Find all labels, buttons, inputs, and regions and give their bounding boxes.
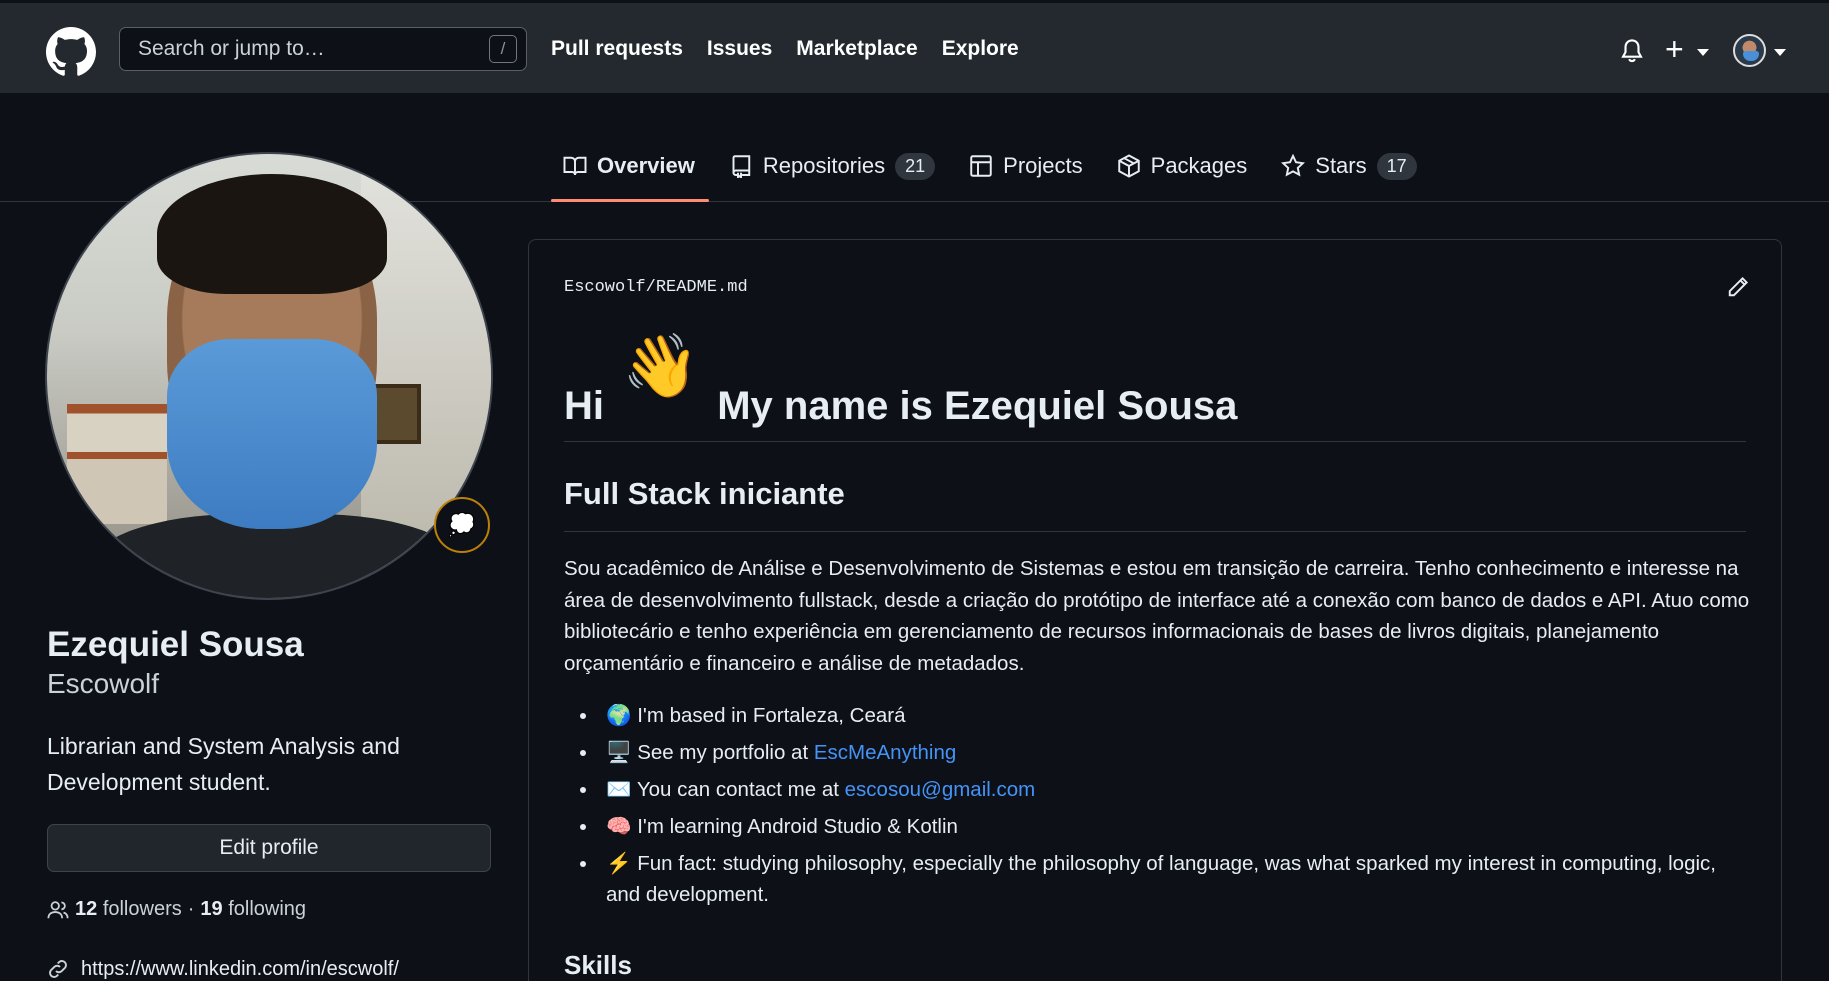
envelope-emoji: ✉️ bbox=[606, 778, 632, 801]
list-item: 🌍 I'm based in Fortaleza, Ceará bbox=[564, 700, 1754, 731]
profile-name: Ezequiel Sousa bbox=[47, 625, 304, 664]
readme-list: 🌍 I'm based in Fortaleza, Ceará 🖥️ See m… bbox=[564, 700, 1754, 916]
list-item-text: I'm based in Fortaleza, Ceará bbox=[637, 704, 906, 727]
search-shortcut-key: / bbox=[489, 35, 517, 63]
profile-login: Escowolf bbox=[47, 668, 160, 699]
readme-path-user[interactable]: Escowolf bbox=[564, 278, 646, 297]
list-item: ⚡ Fun fact: studying philosophy, especia… bbox=[564, 848, 1754, 910]
user-avatar-menu[interactable] bbox=[1733, 34, 1766, 67]
repositories-count: 21 bbox=[895, 152, 936, 180]
globe-emoji: 🌍 bbox=[606, 704, 632, 727]
global-nav: Pull requests Issues Marketplace Explore bbox=[551, 37, 1019, 61]
tab-label: Overview bbox=[597, 153, 695, 178]
link-icon bbox=[49, 960, 67, 978]
list-item-text: You can contact me at bbox=[636, 778, 845, 801]
following-link[interactable]: 19 following bbox=[200, 898, 306, 921]
people-icon bbox=[47, 900, 69, 918]
github-logo-icon[interactable] bbox=[46, 27, 96, 77]
list-item-text: Fun fact: studying philosophy, especiall… bbox=[606, 852, 1716, 906]
status-emoji-button[interactable]: 💭 bbox=[434, 497, 490, 553]
tab-packages[interactable]: Packages bbox=[1105, 144, 1262, 188]
readme-card: Escowolf/README.md Hi 👋 My name is Ezequ… bbox=[528, 239, 1782, 981]
tab-label: Repositories bbox=[762, 153, 886, 178]
tab-label: Stars bbox=[1315, 153, 1367, 178]
nav-explore[interactable]: Explore bbox=[942, 37, 1019, 61]
list-item: 🖥️ See my portfolio at EscMeAnything bbox=[564, 737, 1754, 768]
readme-heading: Hi 👋 My name is Ezequiel Sousa bbox=[564, 332, 1746, 442]
chevron-down-icon[interactable] bbox=[1697, 49, 1709, 56]
table-icon bbox=[970, 155, 992, 177]
waving-hand-emoji: 👋 bbox=[622, 332, 700, 401]
portfolio-link[interactable]: EscMeAnything bbox=[814, 741, 956, 764]
list-item-text: I'm learning Android Studio & Kotlin bbox=[637, 815, 958, 838]
follow-stats: 12 followers · 19 following bbox=[47, 898, 306, 921]
profile-link-row: https://www.linkedin.com/in/escwolf/ bbox=[47, 958, 399, 981]
following-count: 19 bbox=[200, 898, 223, 920]
readme-path: Escowolf/README.md bbox=[564, 278, 748, 297]
email-link[interactable]: escosou@gmail.com bbox=[845, 778, 1036, 801]
profile-tabs: Overview Repositories 21 Projects Packag… bbox=[551, 144, 1439, 202]
followers-link[interactable]: 12 followers bbox=[75, 898, 182, 921]
readme-subheading: Full Stack iniciante bbox=[564, 476, 1746, 532]
profile-avatar[interactable] bbox=[45, 152, 493, 600]
brain-emoji: 🧠 bbox=[606, 815, 632, 838]
lightning-emoji: ⚡ bbox=[606, 852, 632, 875]
heading-hi: Hi bbox=[564, 384, 604, 428]
tab-repositories[interactable]: Repositories 21 bbox=[717, 144, 949, 188]
repo-icon bbox=[732, 155, 751, 178]
plus-icon[interactable]: + bbox=[1665, 33, 1684, 65]
readme-path-separator: / bbox=[645, 278, 656, 297]
following-label: following bbox=[228, 898, 307, 920]
tab-label: Packages bbox=[1150, 153, 1248, 178]
pencil-icon[interactable] bbox=[1727, 276, 1749, 298]
global-header: Search or jump to… / Pull requests Issue… bbox=[0, 3, 1829, 93]
nav-issues[interactable]: Issues bbox=[707, 37, 772, 61]
search-input[interactable]: Search or jump to… / bbox=[119, 27, 527, 71]
book-icon bbox=[563, 156, 587, 176]
chevron-down-icon[interactable] bbox=[1774, 49, 1786, 56]
tab-projects[interactable]: Projects bbox=[957, 144, 1096, 188]
search-placeholder: Search or jump to… bbox=[138, 37, 325, 60]
bell-icon[interactable] bbox=[1619, 37, 1645, 65]
tab-stars[interactable]: Stars 17 bbox=[1269, 144, 1430, 188]
nav-marketplace[interactable]: Marketplace bbox=[796, 37, 917, 61]
nav-pull-requests[interactable]: Pull requests bbox=[551, 37, 683, 61]
star-icon bbox=[1281, 154, 1306, 177]
followers-label: followers bbox=[102, 898, 182, 920]
list-item: ✉️ You can contact me at escosou@gmail.c… bbox=[564, 774, 1754, 805]
followers-count: 12 bbox=[75, 898, 98, 920]
tab-label: Projects bbox=[1003, 153, 1083, 178]
package-icon bbox=[1117, 154, 1140, 178]
tab-overview[interactable]: Overview bbox=[551, 144, 709, 202]
list-item: 🧠 I'm learning Android Studio & Kotlin bbox=[564, 811, 1754, 842]
edit-profile-button[interactable]: Edit profile bbox=[47, 824, 491, 872]
heading-name: My name is Ezequiel Sousa bbox=[717, 384, 1238, 428]
computer-emoji: 🖥️ bbox=[606, 741, 632, 764]
profile-bio: Librarian and System Analysis and Develo… bbox=[47, 733, 400, 795]
readme-path-file[interactable]: README.md bbox=[656, 278, 748, 297]
linkedin-link[interactable]: https://www.linkedin.com/in/escwolf/ bbox=[81, 958, 399, 981]
follow-separator: · bbox=[187, 898, 195, 920]
skills-heading: Skills bbox=[564, 950, 632, 980]
readme-paragraph: Sou acadêmico de Análise e Desenvolvimen… bbox=[564, 557, 1750, 675]
stars-count: 17 bbox=[1376, 152, 1417, 180]
list-item-text: See my portfolio at bbox=[637, 741, 814, 764]
